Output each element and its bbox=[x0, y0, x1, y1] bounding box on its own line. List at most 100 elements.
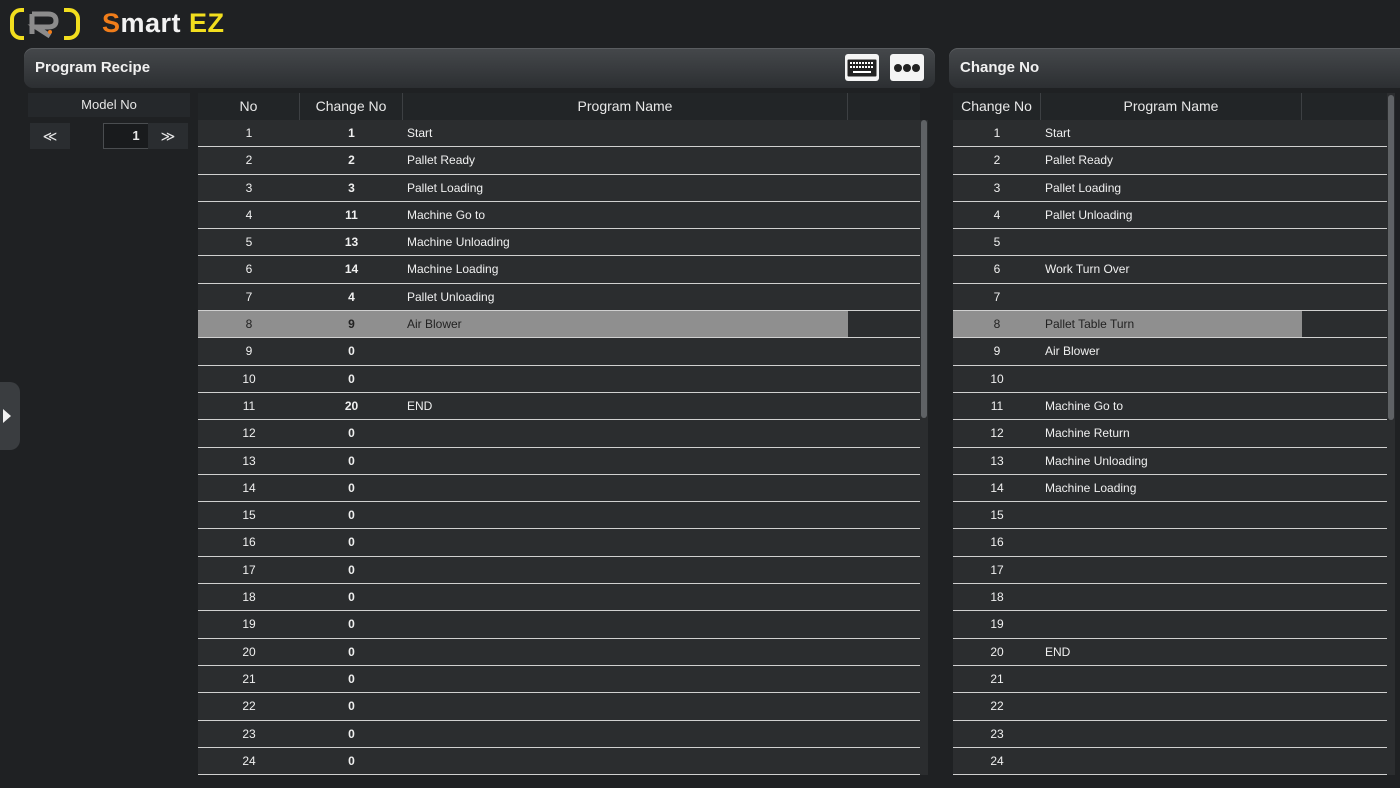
table-row[interactable]: 21 0 bbox=[198, 665, 920, 694]
cell-no: 11 bbox=[242, 398, 256, 413]
table-row[interactable]: 6 14 Machine Loading bbox=[198, 256, 920, 284]
table-row[interactable]: 11 20 END bbox=[198, 392, 920, 421]
table-row[interactable]: 1 1 Start bbox=[198, 120, 920, 148]
table-row[interactable]: 21 bbox=[953, 665, 1387, 694]
cell-no: 19 bbox=[242, 617, 256, 632]
cell-blank bbox=[848, 475, 920, 501]
left-scrollbar-thumb[interactable] bbox=[921, 120, 927, 418]
cell-blank bbox=[1302, 175, 1387, 201]
cell-change-no: 0 bbox=[348, 753, 355, 768]
keyboard-button[interactable] bbox=[845, 54, 879, 81]
table-row[interactable]: 19 bbox=[953, 611, 1387, 639]
side-toggle-button[interactable] bbox=[0, 382, 20, 450]
cell-change-no: 9 bbox=[348, 317, 355, 332]
right-scrollbar[interactable] bbox=[1387, 93, 1395, 775]
panel-title: Program Recipe bbox=[35, 59, 151, 76]
cell-program-name: Pallet Ready bbox=[407, 153, 476, 168]
cell-blank bbox=[1302, 557, 1387, 583]
table-row[interactable]: 22 0 bbox=[198, 693, 920, 721]
table-row[interactable]: 20 END bbox=[953, 638, 1387, 666]
brand-s: S bbox=[102, 8, 121, 38]
table-row[interactable]: 1 Start bbox=[953, 120, 1387, 148]
table-row[interactable]: 5 13 Machine Unloading bbox=[198, 229, 920, 257]
column-header-change-no[interactable]: Change No bbox=[953, 93, 1041, 120]
cell-change-no: 0 bbox=[348, 699, 355, 714]
table-row[interactable]: 4 11 Machine Go to bbox=[198, 201, 920, 230]
cell-blank bbox=[1302, 311, 1387, 338]
column-header-program-name[interactable]: Program Name bbox=[403, 93, 848, 120]
table-row[interactable]: 17 bbox=[953, 556, 1387, 585]
table-row[interactable]: 10 0 bbox=[198, 365, 920, 393]
table-row[interactable]: 3 Pallet Loading bbox=[953, 174, 1387, 202]
cell-blank bbox=[848, 256, 920, 282]
table-row[interactable]: 8 Pallet Table Turn bbox=[953, 311, 1387, 339]
table-row[interactable]: 16 0 bbox=[198, 529, 920, 557]
table-row[interactable]: 9 Air Blower bbox=[953, 338, 1387, 366]
table-row[interactable]: 18 0 bbox=[198, 584, 920, 612]
table-row[interactable]: 24 0 bbox=[198, 747, 920, 776]
table-row[interactable]: 11 Machine Go to bbox=[953, 392, 1387, 421]
cell-blank bbox=[848, 721, 920, 747]
cell-blank bbox=[1302, 666, 1387, 692]
table-row[interactable]: 7 bbox=[953, 283, 1387, 312]
cell-program-name bbox=[1041, 666, 1302, 692]
cell-blank bbox=[848, 611, 920, 637]
model-next-button[interactable]: ≫ bbox=[148, 123, 188, 149]
table-row[interactable]: 15 bbox=[953, 502, 1387, 530]
column-header-no[interactable]: No bbox=[198, 93, 300, 120]
cell-no: 9 bbox=[245, 344, 253, 359]
cell-no: 16 bbox=[242, 535, 256, 550]
left-scrollbar[interactable] bbox=[920, 120, 928, 775]
table-row[interactable]: 5 bbox=[953, 229, 1387, 257]
table-row[interactable]: 4 Pallet Unloading bbox=[953, 201, 1387, 230]
table-row[interactable]: 23 0 bbox=[198, 720, 920, 748]
table-row[interactable]: 13 0 bbox=[198, 447, 920, 475]
table-row[interactable]: 14 0 bbox=[198, 474, 920, 503]
cell-change-no: 8 bbox=[993, 317, 1001, 332]
table-row[interactable]: 10 bbox=[953, 365, 1387, 393]
table-row[interactable]: 6 Work Turn Over bbox=[953, 256, 1387, 284]
cell-change-no: 4 bbox=[993, 207, 1001, 222]
cell-change-no: 7 bbox=[993, 289, 1001, 304]
table-row[interactable]: 2 2 Pallet Ready bbox=[198, 147, 920, 175]
cell-change-no: 5 bbox=[993, 235, 1001, 250]
table-row[interactable]: 14 Machine Loading bbox=[953, 474, 1387, 503]
table-row[interactable]: 8 9 Air Blower bbox=[198, 311, 920, 339]
column-header-blank bbox=[848, 93, 920, 120]
table-row[interactable]: 2 Pallet Ready bbox=[953, 147, 1387, 175]
table-row[interactable]: 15 0 bbox=[198, 502, 920, 530]
cell-change-no: 3 bbox=[993, 180, 1001, 195]
table-row[interactable]: 23 bbox=[953, 720, 1387, 748]
change-no-bar: Change No bbox=[949, 48, 1400, 88]
table-row[interactable]: 12 0 bbox=[198, 420, 920, 448]
table-row[interactable]: 12 Machine Return bbox=[953, 420, 1387, 448]
keyboard-icon bbox=[847, 59, 877, 76]
table-row[interactable]: 7 4 Pallet Unloading bbox=[198, 283, 920, 312]
table-row[interactable]: 22 bbox=[953, 693, 1387, 721]
right-scrollbar-thumb[interactable] bbox=[1388, 95, 1394, 420]
more-button[interactable] bbox=[890, 54, 924, 81]
table-row[interactable]: 3 3 Pallet Loading bbox=[198, 174, 920, 202]
column-header-blank bbox=[1302, 93, 1387, 120]
table-row[interactable]: 13 Machine Unloading bbox=[953, 447, 1387, 475]
cell-program-name: Pallet Unloading bbox=[407, 289, 495, 304]
table-row[interactable]: 19 0 bbox=[198, 611, 920, 639]
table-row[interactable]: 18 bbox=[953, 584, 1387, 612]
cell-blank bbox=[848, 448, 920, 474]
column-header-change-no[interactable]: Change No bbox=[300, 93, 403, 120]
cell-program-name bbox=[403, 448, 848, 474]
model-prev-button[interactable]: ≪ bbox=[30, 123, 70, 149]
column-header-program-name[interactable]: Program Name bbox=[1041, 93, 1302, 120]
table-row[interactable]: 90 bbox=[198, 338, 920, 366]
cell-change-no: 0 bbox=[348, 617, 355, 632]
table-row[interactable]: 16 bbox=[953, 529, 1387, 557]
cell-change-no: 0 bbox=[348, 371, 355, 386]
program-recipe-bar: Program Recipe bbox=[24, 48, 935, 88]
cell-no: 15 bbox=[242, 508, 256, 523]
table-row[interactable]: 20 0 bbox=[198, 638, 920, 666]
cell-program-name bbox=[403, 693, 848, 719]
cell-blank bbox=[1302, 639, 1387, 665]
cell-blank bbox=[848, 529, 920, 555]
table-row[interactable]: 17 0 bbox=[198, 556, 920, 585]
table-row[interactable]: 24 bbox=[953, 747, 1387, 776]
